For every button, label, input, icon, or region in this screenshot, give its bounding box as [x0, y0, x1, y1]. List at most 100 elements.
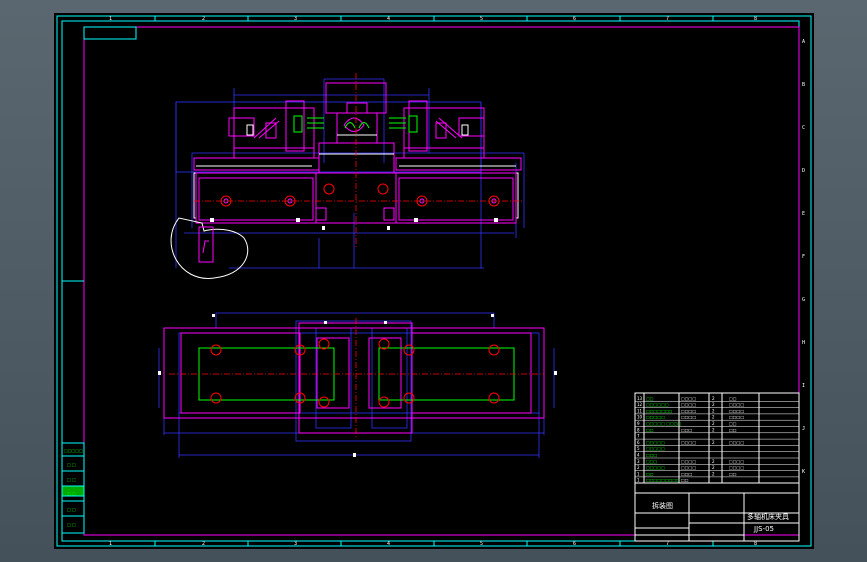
front-view [170, 73, 525, 279]
right-zone-a: A [802, 39, 805, 45]
bom-cell-mat: □□ [729, 471, 737, 476]
bottom-zone-3: 3 [294, 541, 297, 547]
drawing-code: JJS-05 [753, 525, 774, 533]
side-stamp-panel: □□□□□ □ □ □ □ □ □ □ □ □ □ [61, 442, 85, 534]
right-zone-c: C [802, 125, 805, 131]
right-zone-f: F [802, 254, 805, 260]
bottom-zone-7: 7 [666, 541, 669, 547]
top-zone-5: 5 [480, 16, 483, 22]
top-zone-7: 7 [666, 16, 669, 22]
bom-cell-name: □□ [646, 471, 654, 476]
bom-cell-mat: □□□□ [729, 408, 744, 413]
bom-cell-mat: □□ [729, 421, 737, 426]
bom-cell-no: 2 [637, 465, 640, 470]
bom-cell-name: □□□□□□□ [646, 408, 673, 413]
bom-cell-name: □□□□□□□□□ [646, 478, 680, 483]
top-zone-3: 3 [294, 16, 297, 22]
bom-cell-std: □□□ [681, 471, 693, 476]
bom-cell-name: □□□□□ [646, 415, 665, 420]
right-zone-markers: A B C D E F G H I J K [802, 39, 805, 475]
side-panel-text-1: □□□□□ [64, 448, 83, 453]
right-zone-h: H [802, 340, 805, 346]
bom-cell-no: 5 [637, 446, 640, 451]
bom-cell-std: □□□□ [681, 459, 696, 464]
bom-cell-name: □□ [646, 396, 654, 401]
bom-cell-std: □□□□ [681, 408, 696, 413]
bom-cell-mat: □□□□ [729, 415, 744, 420]
top-zone-1: 1 [109, 16, 112, 22]
cad-viewport[interactable]: 1 2 3 4 5 6 7 8 1 2 3 4 5 6 7 8 A B C D … [54, 13, 814, 549]
bom-cell-no: 11 [637, 408, 643, 413]
side-panel-text-4: □ □ [67, 491, 76, 496]
bom-cell-mat: □□□□ [729, 440, 744, 445]
side-panel-text-6: □ □ [67, 522, 76, 527]
bom-cell-name: □□□ [646, 453, 658, 458]
right-zone-g: G [802, 297, 805, 303]
bom-cell-std: □□□□ [681, 440, 696, 445]
bom-cell-name: □□□□□ [646, 446, 665, 451]
bom-cell-no: 1 [637, 478, 640, 483]
bom-cell-std: □□□ [681, 427, 693, 432]
bom-cell-std: □□□□ [681, 402, 696, 407]
bottom-zone-6: 6 [573, 541, 576, 547]
bom-cell-no: 7 [637, 434, 640, 439]
bom-cell-no: 12 [637, 402, 643, 407]
bottom-zone-5: 5 [480, 541, 483, 547]
bom-cell-no: 3 [637, 459, 640, 464]
outer-frame [56, 15, 812, 547]
part-name: 多轴机床夹具 [747, 512, 789, 521]
bom-cell-std: □□□□ [681, 396, 696, 401]
side-panel-text-5: □ □ [67, 507, 76, 512]
bottom-zone-8: 8 [754, 541, 757, 547]
bom-cell-name: □□ [646, 427, 654, 432]
drawing-title: 拆装图 [652, 501, 673, 510]
bom-cell-mat: □□ [729, 427, 737, 432]
bom-cell-qty: 2 [712, 459, 715, 464]
bom-cell-mat: □□□□ [729, 465, 744, 470]
right-zone-i: I [802, 383, 805, 389]
bom-cell-qty: 2 [712, 465, 715, 470]
bom-cell-no: 1 [637, 471, 640, 476]
right-zone-j: J [802, 426, 805, 432]
bom-cell-qty: 2 [712, 421, 715, 426]
right-zone-k: K [802, 469, 805, 475]
bom-cell-mat: □□□□ [729, 402, 744, 407]
bom-cell-qty: 2 [712, 471, 715, 476]
bom-cell-no: 9 [637, 421, 640, 426]
bom-cell-no: 10 [637, 415, 643, 420]
top-zone-4: 4 [387, 16, 390, 22]
bom-cell-qty: 2 [712, 396, 715, 401]
bom-cell-no: 8 [637, 427, 640, 432]
bom-cell-no: 6 [637, 440, 640, 445]
right-zone-d: D [802, 168, 805, 174]
corner-code-box [83, 26, 137, 40]
cad-drawing: 1 2 3 4 5 6 7 8 1 2 3 4 5 6 7 8 A B C D … [56, 15, 812, 547]
right-zone-b: B [802, 82, 805, 88]
bom-cell-name: □□□□□ [646, 440, 665, 445]
bom-cell-std: □□□□ [681, 415, 696, 420]
bom-cell-mat: □□□□ [729, 459, 744, 464]
bom-cell-qty: 2 [712, 415, 715, 420]
bom-cell-no: 4 [637, 453, 640, 458]
bom-cell-name: □□□□□ [646, 465, 665, 470]
bom-cell-qty: 2 [712, 427, 715, 432]
bom-cell-no: 13 [637, 396, 643, 401]
bottom-zone-1: 1 [109, 541, 112, 547]
top-zone-2: 2 [202, 16, 205, 22]
plan-view [158, 312, 557, 458]
bom-cell-name: □□□□□□ [646, 402, 669, 407]
bom-cell-mat: □□ [729, 396, 737, 401]
top-zone-6: 6 [573, 16, 576, 22]
bom-cell-name: □□□ [646, 459, 658, 464]
bottom-zone-2: 2 [202, 541, 205, 547]
bottom-zone-4: 4 [387, 541, 390, 547]
bom-table: 13 □□ □□□□ 2 □□12 □□□□□□ □□□□ 2 □□□□11 □□□□□□□ □□□… [635, 396, 799, 484]
bom-cell-qty: 2 [712, 440, 715, 445]
bom-cell-qty: 2 [712, 402, 715, 407]
bom-cell-std: □□□□ [681, 465, 696, 470]
bom-cell-std: □□ [681, 478, 689, 483]
bom-cell-name: □□□□□ □□□□ [646, 421, 682, 426]
side-panel-text-2: □ □ [67, 462, 76, 467]
bom-cell-qty: 2 [712, 408, 715, 413]
right-zone-e: E [802, 211, 805, 217]
